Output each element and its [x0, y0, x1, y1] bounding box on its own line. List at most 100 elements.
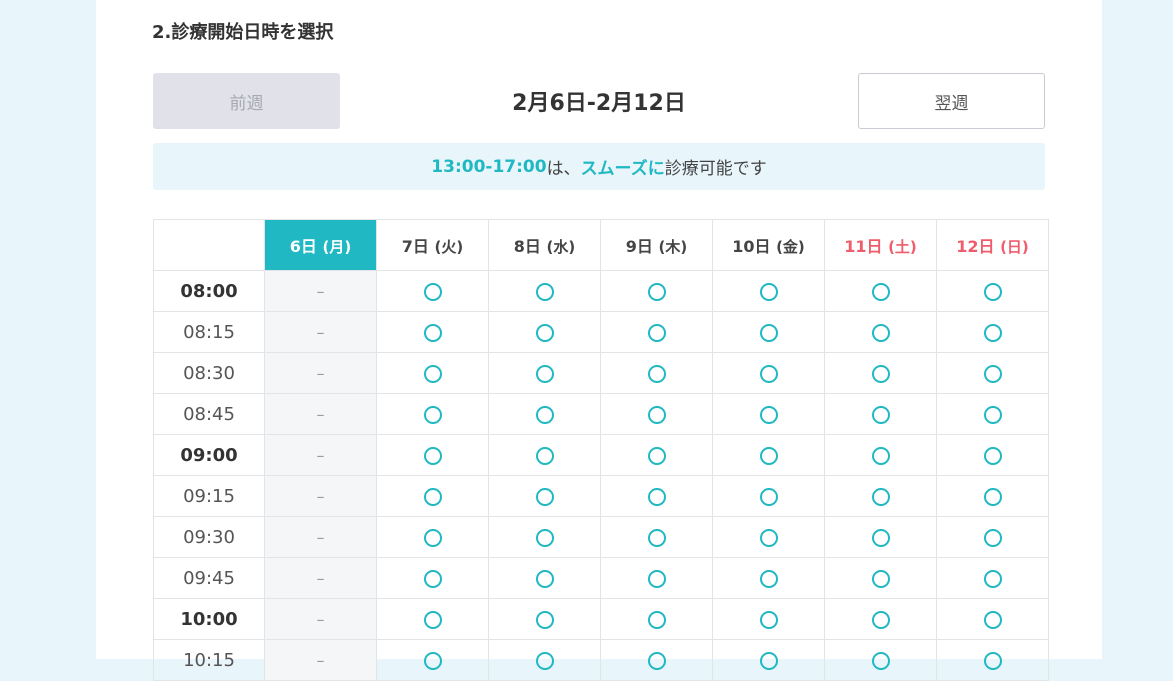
time-slot[interactable] — [936, 393, 1049, 435]
time-slot[interactable] — [824, 352, 937, 394]
time-slot[interactable] — [824, 475, 937, 517]
available-circle-icon[interactable] — [423, 405, 442, 424]
time-slot[interactable] — [824, 270, 937, 312]
available-circle-icon[interactable] — [423, 323, 442, 342]
available-circle-icon[interactable] — [759, 364, 778, 383]
available-circle-icon[interactable] — [983, 610, 1002, 629]
time-slot[interactable] — [488, 475, 601, 517]
available-circle-icon[interactable] — [983, 446, 1002, 465]
time-slot[interactable] — [712, 393, 825, 435]
time-slot[interactable] — [600, 352, 713, 394]
available-circle-icon[interactable] — [871, 487, 890, 506]
available-circle-icon[interactable] — [983, 487, 1002, 506]
available-circle-icon[interactable] — [983, 323, 1002, 342]
available-circle-icon[interactable] — [759, 446, 778, 465]
time-slot[interactable] — [712, 475, 825, 517]
time-slot[interactable] — [600, 639, 713, 681]
time-slot[interactable] — [376, 516, 489, 558]
time-slot[interactable] — [936, 475, 1049, 517]
available-circle-icon[interactable] — [647, 405, 666, 424]
time-slot[interactable] — [936, 270, 1049, 312]
available-circle-icon[interactable] — [871, 282, 890, 301]
available-circle-icon[interactable] — [759, 569, 778, 588]
available-circle-icon[interactable] — [535, 569, 554, 588]
time-slot[interactable] — [376, 393, 489, 435]
time-slot[interactable] — [488, 557, 601, 599]
available-circle-icon[interactable] — [535, 651, 554, 670]
available-circle-icon[interactable] — [983, 651, 1002, 670]
time-slot[interactable] — [488, 516, 601, 558]
available-circle-icon[interactable] — [535, 405, 554, 424]
available-circle-icon[interactable] — [535, 282, 554, 301]
time-slot[interactable] — [600, 393, 713, 435]
time-slot[interactable] — [936, 598, 1049, 640]
available-circle-icon[interactable] — [423, 610, 442, 629]
available-circle-icon[interactable] — [759, 323, 778, 342]
time-slot[interactable] — [488, 352, 601, 394]
time-slot[interactable] — [712, 311, 825, 353]
time-slot[interactable] — [712, 598, 825, 640]
available-circle-icon[interactable] — [647, 364, 666, 383]
previous-week-button[interactable]: 前週 — [153, 73, 340, 129]
time-slot[interactable] — [488, 598, 601, 640]
time-slot[interactable] — [936, 639, 1049, 681]
available-circle-icon[interactable] — [983, 405, 1002, 424]
available-circle-icon[interactable] — [759, 405, 778, 424]
time-slot[interactable] — [376, 270, 489, 312]
time-slot[interactable] — [488, 434, 601, 476]
next-week-button[interactable]: 翌週 — [858, 73, 1045, 129]
time-slot[interactable] — [488, 311, 601, 353]
time-slot[interactable] — [712, 557, 825, 599]
available-circle-icon[interactable] — [423, 651, 442, 670]
available-circle-icon[interactable] — [535, 446, 554, 465]
time-slot[interactable] — [600, 516, 713, 558]
available-circle-icon[interactable] — [759, 487, 778, 506]
time-slot[interactable] — [600, 598, 713, 640]
time-slot[interactable] — [488, 393, 601, 435]
time-slot[interactable] — [712, 352, 825, 394]
available-circle-icon[interactable] — [535, 323, 554, 342]
time-slot[interactable] — [600, 475, 713, 517]
available-circle-icon[interactable] — [647, 487, 666, 506]
available-circle-icon[interactable] — [535, 364, 554, 383]
time-slot[interactable] — [824, 516, 937, 558]
available-circle-icon[interactable] — [423, 487, 442, 506]
time-slot[interactable] — [936, 311, 1049, 353]
available-circle-icon[interactable] — [535, 610, 554, 629]
available-circle-icon[interactable] — [759, 282, 778, 301]
time-slot[interactable] — [376, 352, 489, 394]
available-circle-icon[interactable] — [759, 610, 778, 629]
time-slot[interactable] — [376, 639, 489, 681]
time-slot[interactable] — [824, 557, 937, 599]
available-circle-icon[interactable] — [871, 323, 890, 342]
available-circle-icon[interactable] — [423, 569, 442, 588]
time-slot[interactable] — [712, 639, 825, 681]
time-slot[interactable] — [824, 393, 937, 435]
time-slot[interactable] — [824, 434, 937, 476]
available-circle-icon[interactable] — [871, 446, 890, 465]
time-slot[interactable] — [936, 352, 1049, 394]
available-circle-icon[interactable] — [423, 446, 442, 465]
available-circle-icon[interactable] — [423, 282, 442, 301]
available-circle-icon[interactable] — [647, 651, 666, 670]
available-circle-icon[interactable] — [759, 528, 778, 547]
available-circle-icon[interactable] — [423, 528, 442, 547]
time-slot[interactable] — [600, 270, 713, 312]
time-slot[interactable] — [824, 639, 937, 681]
available-circle-icon[interactable] — [647, 610, 666, 629]
available-circle-icon[interactable] — [647, 569, 666, 588]
time-slot[interactable] — [824, 311, 937, 353]
available-circle-icon[interactable] — [647, 446, 666, 465]
time-slot[interactable] — [488, 270, 601, 312]
available-circle-icon[interactable] — [535, 487, 554, 506]
available-circle-icon[interactable] — [983, 528, 1002, 547]
time-slot[interactable] — [376, 475, 489, 517]
available-circle-icon[interactable] — [983, 569, 1002, 588]
time-slot[interactable] — [936, 434, 1049, 476]
available-circle-icon[interactable] — [647, 282, 666, 301]
time-slot[interactable] — [600, 557, 713, 599]
available-circle-icon[interactable] — [871, 364, 890, 383]
time-slot[interactable] — [936, 516, 1049, 558]
time-slot[interactable] — [376, 311, 489, 353]
time-slot[interactable] — [712, 516, 825, 558]
